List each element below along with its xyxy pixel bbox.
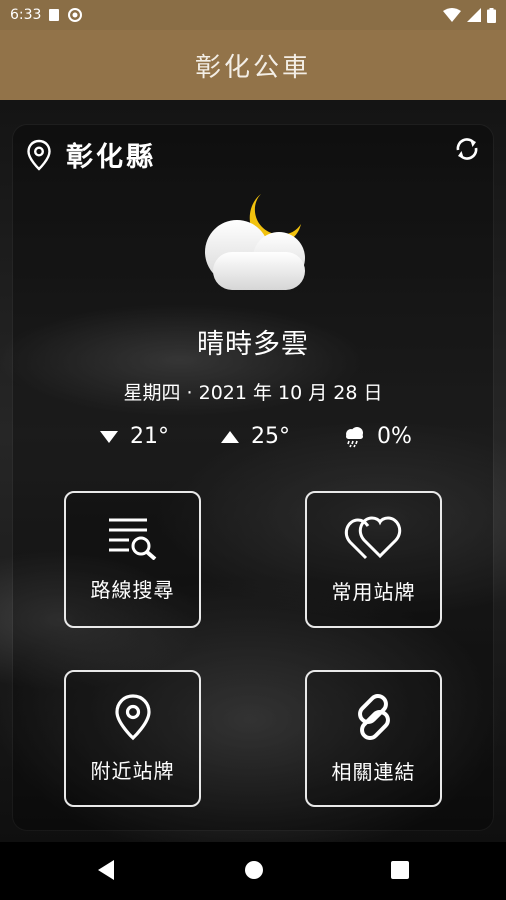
rain-cloud-icon xyxy=(346,426,363,447)
heart-icon xyxy=(344,516,401,560)
favorite-stops-label: 常用站牌 xyxy=(331,580,416,604)
app-title: 彰化公車 xyxy=(194,52,311,83)
rain-chance-value: 0% xyxy=(377,424,412,449)
route-search-label: 路線搜尋 xyxy=(90,578,175,602)
app-bar: 彰化公車 xyxy=(0,30,506,100)
related-links-label: 相關連結 xyxy=(331,760,416,784)
link-icon xyxy=(357,694,390,740)
location-pin-icon xyxy=(27,139,51,171)
nearby-stops-button[interactable]: 附近站牌 xyxy=(64,670,201,807)
cell-signal-icon xyxy=(467,8,481,22)
weather-date: 星期四 · 2021 年 10 月 28 日 xyxy=(123,382,383,404)
location-name: 彰化縣 xyxy=(66,142,156,173)
sd-card-icon xyxy=(49,9,60,21)
related-links-button[interactable]: 相關連結 xyxy=(305,670,442,807)
favorite-stops-button[interactable]: 常用站牌 xyxy=(305,491,442,628)
status-bar: 6:33 xyxy=(0,0,506,30)
high-temp-value: 25° xyxy=(251,424,290,449)
weather-stats: 21° 25° 0% xyxy=(0,424,506,454)
route-search-icon xyxy=(108,518,156,560)
location-header: 彰化縣 xyxy=(26,135,156,174)
nearby-stops-label: 附近站牌 xyxy=(90,759,175,783)
refresh-icon[interactable] xyxy=(452,134,482,164)
home-icon[interactable] xyxy=(243,858,265,882)
rain-chance: 0% xyxy=(343,424,412,449)
clock: 6:33 xyxy=(10,7,42,23)
back-icon[interactable] xyxy=(96,858,116,882)
data-saver-icon xyxy=(68,8,83,22)
low-temp-value: 21° xyxy=(130,424,169,449)
high-temp: 25° xyxy=(221,424,290,449)
wifi-icon xyxy=(443,8,461,22)
partly-cloudy-night-icon xyxy=(205,194,305,290)
route-search-button[interactable]: 路線搜尋 xyxy=(64,491,201,628)
system-nav-bar xyxy=(0,842,506,900)
battery-icon xyxy=(487,7,496,23)
low-temp: 21° xyxy=(100,424,169,449)
location-pin-icon xyxy=(114,694,151,741)
up-triangle-icon xyxy=(221,430,239,443)
weather-condition: 晴時多雲 xyxy=(197,329,309,360)
recents-icon[interactable] xyxy=(389,858,411,882)
down-triangle-icon xyxy=(100,430,118,443)
